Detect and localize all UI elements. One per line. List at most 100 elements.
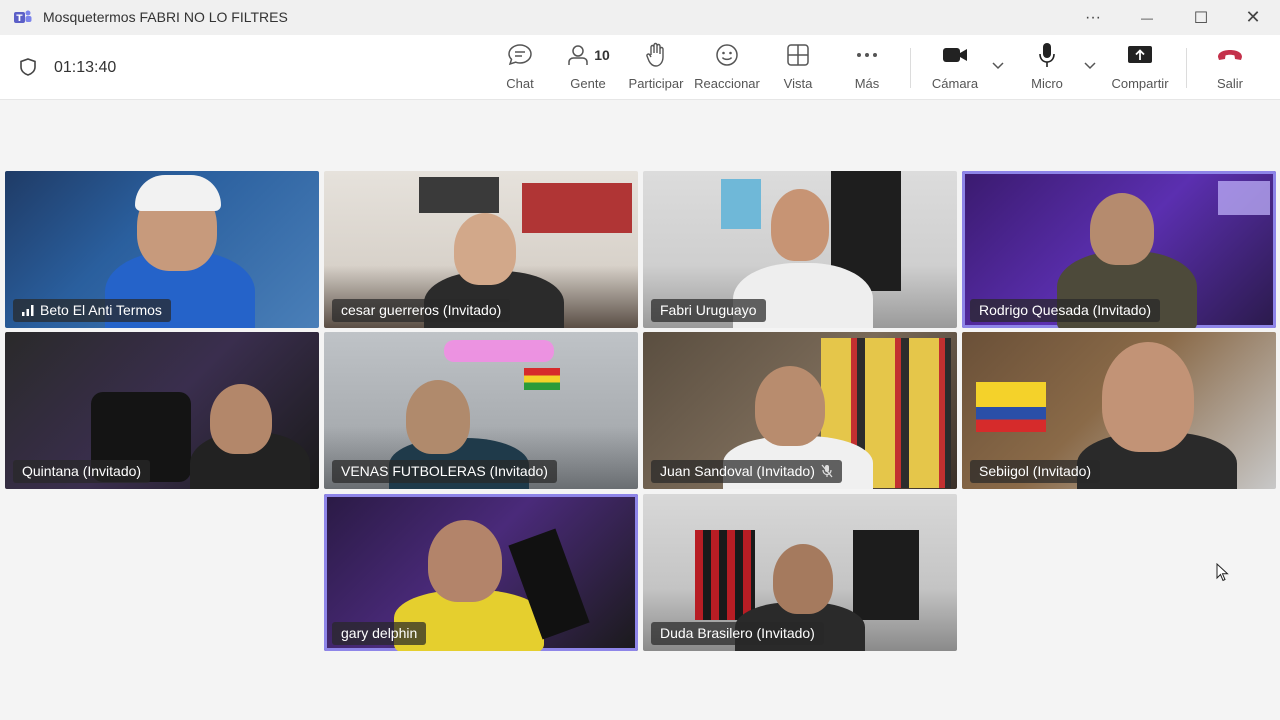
participant-nameplate: Fabri Uruguayo (651, 299, 766, 322)
raise-hand-label: Participar (628, 76, 684, 91)
jersey (695, 530, 755, 620)
participant-name: Duda Brasilero (Invitado) (660, 625, 815, 641)
participant-face (406, 380, 470, 454)
smile-icon (715, 42, 739, 68)
participant-nameplate: Rodrigo Quesada (Invitado) (970, 299, 1160, 322)
close-window-button[interactable]: ✕ (1226, 0, 1280, 35)
close-icon: ✕ (1245, 7, 1261, 27)
participant-name: VENAS FUTBOLERAS (Invitado) (341, 463, 548, 479)
neon-sign (444, 340, 554, 362)
raise-hand-button[interactable]: Participar (626, 42, 686, 94)
toolbar-divider (910, 48, 911, 88)
participant-nameplate: Duda Brasilero (Invitado) (651, 622, 824, 645)
mic-muted-icon (821, 464, 833, 478)
participant-tile[interactable]: Beto El Anti Termos (5, 171, 319, 328)
participant-face (771, 189, 829, 261)
participant-name: Beto El Anti Termos (40, 302, 162, 318)
mic-button[interactable]: Micro (1026, 42, 1068, 94)
participant-nameplate: gary delphin (332, 622, 427, 645)
people-count: 10 (594, 47, 610, 63)
poster-frames (522, 183, 632, 233)
participant-tile[interactable]: Sebiigol (Invitado) (962, 332, 1276, 489)
participant-tile[interactable]: VENAS FUTBOLERAS (Invitado) (324, 332, 638, 489)
teams-app-icon: T (14, 10, 32, 24)
participant-name: Sebiigol (Invitado) (979, 463, 1092, 479)
chat-button[interactable]: Chat (497, 42, 543, 94)
mic-options-chevron-icon[interactable] (1083, 60, 1097, 70)
view-button[interactable]: Vista (778, 42, 818, 94)
participant-face (428, 520, 502, 602)
participant-nameplate: Beto El Anti Termos (13, 299, 171, 322)
grid-view-icon (786, 42, 810, 68)
leave-button[interactable]: Salir (1210, 42, 1250, 94)
more-horizontal-icon: ··· (1085, 8, 1101, 26)
chat-label: Chat (506, 76, 534, 91)
maximize-button[interactable]: ☐ (1174, 0, 1228, 35)
participant-nameplate: VENAS FUTBOLERAS (Invitado) (332, 460, 557, 483)
participant-tile[interactable]: Fabri Uruguayo (643, 171, 957, 328)
participant-face (1090, 193, 1154, 265)
camera-icon (942, 42, 968, 68)
camera-button[interactable]: Cámara (928, 42, 982, 94)
participant-face (755, 366, 825, 446)
minimize-button[interactable]: — (1120, 0, 1174, 35)
wall-sign (1218, 181, 1270, 215)
share-button[interactable]: Compartir (1108, 42, 1172, 94)
participant-face (210, 384, 272, 454)
participant-tile[interactable]: Rodrigo Quesada (Invitado) (962, 171, 1276, 328)
mic-label: Micro (1031, 76, 1063, 91)
people-icon-group: 10 (566, 42, 610, 68)
camera-label: Cámara (931, 76, 979, 91)
participant-tile[interactable]: Juan Sandoval (Invitado) (643, 332, 957, 489)
participant-name: Juan Sandoval (Invitado) (660, 463, 815, 479)
participant-name: cesar guerreros (Invitado) (341, 302, 502, 318)
participant-face (773, 544, 833, 614)
participant-cap (135, 175, 221, 211)
participant-tile[interactable]: gary delphin (324, 494, 638, 651)
microphone-icon (1037, 42, 1057, 68)
more-label: Más (854, 76, 880, 91)
share-label: Compartir (1111, 76, 1169, 91)
minimize-icon: — (1141, 10, 1153, 25)
shield-icon (20, 58, 36, 76)
hang-up-phone-icon (1216, 42, 1244, 68)
camera-options-chevron-icon[interactable] (991, 60, 1005, 70)
react-label: Reaccionar (694, 76, 760, 91)
people-icon (568, 45, 588, 65)
jersey-frames (419, 177, 499, 213)
leave-label: Salir (1216, 76, 1243, 91)
svg-text:T: T (16, 14, 23, 24)
participant-tile[interactable]: Quintana (Invitado) (5, 332, 319, 489)
mouse-cursor-icon (1216, 563, 1229, 582)
participant-nameplate: Sebiigol (Invitado) (970, 460, 1101, 483)
participant-face (454, 213, 516, 285)
participant-nameplate: Quintana (Invitado) (13, 460, 151, 483)
participant-name: Rodrigo Quesada (Invitado) (979, 302, 1151, 318)
jersey-frame (721, 179, 761, 229)
participant-name: Quintana (Invitado) (22, 463, 142, 479)
window-more-button[interactable]: ··· (1066, 0, 1120, 35)
jersey (853, 530, 919, 620)
chat-icon (507, 42, 533, 68)
toolbar-divider (1186, 48, 1187, 88)
participant-tile[interactable]: cesar guerreros (Invitado) (324, 171, 638, 328)
title-bar: T Mosquetermos FABRI NO LO FILTRES ··· —… (0, 0, 1280, 36)
signal-bars-icon (22, 304, 34, 316)
flag (524, 368, 560, 390)
participant-nameplate: cesar guerreros (Invitado) (332, 299, 511, 322)
participant-name: gary delphin (341, 625, 418, 641)
people-button[interactable]: 10 Gente (562, 42, 614, 94)
more-button[interactable]: Más (848, 42, 886, 94)
participant-nameplate: Juan Sandoval (Invitado) (651, 460, 842, 483)
react-button[interactable]: Reaccionar (694, 42, 760, 94)
people-label: Gente (570, 76, 606, 91)
maximize-icon: ☐ (1193, 9, 1209, 27)
participant-name: Fabri Uruguayo (660, 302, 757, 318)
share-screen-icon (1127, 42, 1153, 68)
meeting-timer: 01:13:40 (54, 59, 117, 76)
flag (976, 382, 1046, 432)
view-label: Vista (783, 76, 813, 91)
participant-face (1102, 342, 1194, 452)
window-title: Mosquetermos FABRI NO LO FILTRES (43, 9, 288, 25)
participant-tile[interactable]: Duda Brasilero (Invitado) (643, 494, 957, 651)
